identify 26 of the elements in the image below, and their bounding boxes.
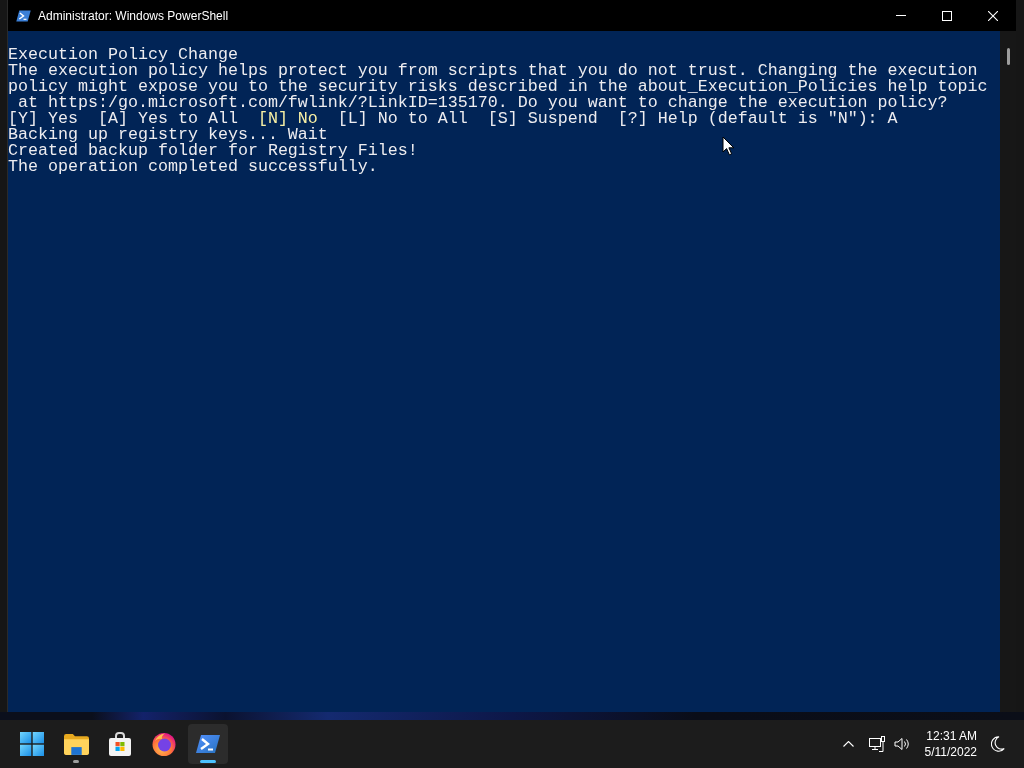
terminal-icon	[196, 734, 220, 754]
taskbar-app-button[interactable]	[188, 724, 228, 764]
console-line: at https:/go.microsoft.com/fwlink/?LinkID=135170. Do you want to change the execution policy?	[18, 95, 948, 111]
console-line: The operation completed successfully.	[8, 159, 378, 175]
minimize-icon	[896, 15, 906, 16]
console-line: Created backup folder for Registry Files!	[8, 143, 418, 159]
clock-button[interactable]: 12:31 AM 5/11/2022	[920, 728, 981, 760]
console-line: The execution policy helps protect you from scripts that you do not trust. Changing the execution	[8, 63, 978, 79]
flame-globe-icon	[152, 732, 176, 756]
terminal-icon	[16, 9, 31, 22]
chevron-up-icon	[842, 741, 854, 747]
maximize-icon	[942, 10, 952, 21]
window-title: Administrator: Windows PowerShell	[38, 7, 229, 25]
console-line: Execution Policy Change	[8, 47, 238, 63]
console-line: Backing up registry keys... Wait	[8, 127, 328, 143]
close-icon	[988, 10, 998, 21]
scrollbar-thumb[interactable]	[1007, 48, 1010, 65]
speaker-icon	[894, 737, 910, 751]
network-icon	[869, 736, 885, 752]
shopping-bag-icon	[109, 732, 131, 756]
console-line: [Y] Yes [A] Yes to All [N] No [L] No to All [S] Suspend [?] Help (default is "N"): A	[8, 111, 898, 127]
mouse-pointer-icon	[722, 136, 735, 156]
console-line: policy might expose you to the security risks described in the about_Execution_Policies help topic	[8, 79, 988, 95]
four-squares-icon	[20, 732, 44, 756]
moon-icon	[990, 736, 1005, 752]
folder-icon	[63, 733, 89, 755]
